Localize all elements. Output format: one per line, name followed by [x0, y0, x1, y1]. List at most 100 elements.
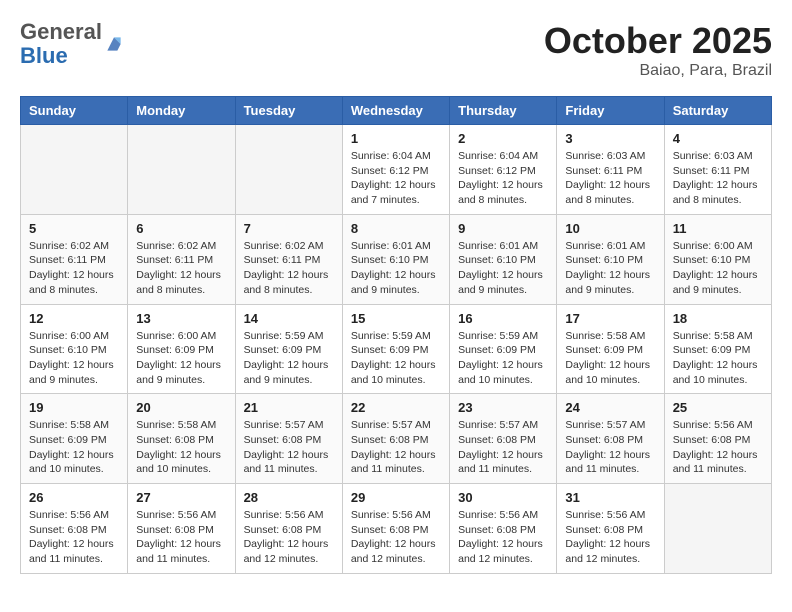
day-number: 5 [29, 221, 119, 236]
day-info: Sunrise: 6:02 AM Sunset: 6:11 PM Dayligh… [29, 239, 119, 298]
day-number: 29 [351, 490, 441, 505]
day-info: Sunrise: 5:56 AM Sunset: 6:08 PM Dayligh… [673, 418, 763, 477]
day-number: 10 [565, 221, 655, 236]
table-row: 29Sunrise: 5:56 AM Sunset: 6:08 PM Dayli… [342, 484, 449, 574]
day-number: 28 [244, 490, 334, 505]
table-row: 20 Sunrise: 5:58 AM Sunset: 6:08 PM Dayli… [128, 394, 235, 484]
calendar-week-row: 19 Sunrise: 5:58 AM Sunset: 6:09 PM Dayli… [21, 394, 772, 484]
day-info: Sunrise: 6:00 AM Sunset: 6:10 PM Dayligh… [29, 329, 119, 388]
day-info: Sunrise: 6:04 AM Sunset: 6:12 PM Dayligh… [458, 149, 548, 208]
table-row [21, 125, 128, 215]
title-block: October 2025 Baiao, Para, Brazil [544, 20, 772, 80]
calendar-week-row: 26 Sunrise: 5:56 AM Sunset: 6:08 PM Dayli… [21, 484, 772, 574]
header-saturday: Saturday [664, 97, 771, 125]
header-monday: Monday [128, 97, 235, 125]
table-row: 4Sunrise: 6:03 AM Sunset: 6:11 PM Daylig… [664, 125, 771, 215]
day-number: 6 [136, 221, 226, 236]
day-info: Sunrise: 5:59 AM Sunset: 6:09 PM Dayligh… [244, 329, 334, 388]
logo: General Blue [20, 20, 124, 68]
day-number: 27 [136, 490, 226, 505]
table-row: 28 Sunrise: 5:56 AM Sunset: 6:08 PM Dayli… [235, 484, 342, 574]
table-row: 30Sunrise: 5:56 AM Sunset: 6:08 PM Dayli… [450, 484, 557, 574]
day-number: 17 [565, 311, 655, 326]
day-number: 3 [565, 131, 655, 146]
table-row: 1 Sunrise: 6:04 AM Sunset: 6:12 PM Daylig… [342, 125, 449, 215]
table-row: 27 Sunrise: 5:56 AM Sunset: 6:08 PM Dayli… [128, 484, 235, 574]
day-info: Sunrise: 5:59 AM Sunset: 6:09 PM Dayligh… [351, 329, 441, 388]
table-row [235, 125, 342, 215]
table-row: 19 Sunrise: 5:58 AM Sunset: 6:09 PM Dayli… [21, 394, 128, 484]
day-number: 14 [244, 311, 334, 326]
day-number: 31 [565, 490, 655, 505]
table-row: 5 Sunrise: 6:02 AM Sunset: 6:11 PM Daylig… [21, 214, 128, 304]
day-number: 20 [136, 400, 226, 415]
calendar-table: Sunday Monday Tuesday Wednesday Thursday… [20, 96, 772, 574]
day-info: Sunrise: 6:03 AM Sunset: 6:11 PM Dayligh… [673, 149, 763, 208]
header-friday: Friday [557, 97, 664, 125]
day-number: 24 [565, 400, 655, 415]
table-row: 10 Sunrise: 6:01 AM Sunset: 6:10 PM Dayli… [557, 214, 664, 304]
day-info: Sunrise: 5:58 AM Sunset: 6:09 PM Dayligh… [565, 329, 655, 388]
day-info: Sunrise: 6:00 AM Sunset: 6:10 PM Dayligh… [673, 239, 763, 298]
table-row: 18 Sunrise: 5:58 AM Sunset: 6:09 PM Dayli… [664, 304, 771, 394]
logo-blue-text: Blue [20, 44, 102, 68]
day-info: Sunrise: 6:00 AM Sunset: 6:09 PM Dayligh… [136, 329, 226, 388]
day-number: 26 [29, 490, 119, 505]
location-subtitle: Baiao, Para, Brazil [544, 62, 772, 80]
day-number: 19 [29, 400, 119, 415]
table-row: 8 Sunrise: 6:01 AM Sunset: 6:10 PM Daylig… [342, 214, 449, 304]
day-info: Sunrise: 6:04 AM Sunset: 6:12 PM Dayligh… [351, 149, 441, 208]
table-row: 2 Sunrise: 6:04 AM Sunset: 6:12 PM Daylig… [450, 125, 557, 215]
table-row: 3Sunrise: 6:03 AM Sunset: 6:11 PM Daylig… [557, 125, 664, 215]
day-number: 23 [458, 400, 548, 415]
table-row [664, 484, 771, 574]
calendar-week-row: 12Sunrise: 6:00 AM Sunset: 6:10 PM Dayli… [21, 304, 772, 394]
header-wednesday: Wednesday [342, 97, 449, 125]
day-info: Sunrise: 5:56 AM Sunset: 6:08 PM Dayligh… [244, 508, 334, 567]
table-row [128, 125, 235, 215]
day-number: 18 [673, 311, 763, 326]
month-title: October 2025 [544, 20, 772, 62]
table-row: 24Sunrise: 5:57 AM Sunset: 6:08 PM Dayli… [557, 394, 664, 484]
table-row: 14 Sunrise: 5:59 AM Sunset: 6:09 PM Dayli… [235, 304, 342, 394]
day-info: Sunrise: 5:58 AM Sunset: 6:08 PM Dayligh… [136, 418, 226, 477]
day-info: Sunrise: 6:01 AM Sunset: 6:10 PM Dayligh… [351, 239, 441, 298]
header-thursday: Thursday [450, 97, 557, 125]
day-info: Sunrise: 5:58 AM Sunset: 6:09 PM Dayligh… [29, 418, 119, 477]
day-number: 8 [351, 221, 441, 236]
table-row: 16Sunrise: 5:59 AM Sunset: 6:09 PM Dayli… [450, 304, 557, 394]
table-row: 13Sunrise: 6:00 AM Sunset: 6:09 PM Dayli… [128, 304, 235, 394]
day-info: Sunrise: 5:58 AM Sunset: 6:09 PM Dayligh… [673, 329, 763, 388]
calendar-week-row: 5 Sunrise: 6:02 AM Sunset: 6:11 PM Daylig… [21, 214, 772, 304]
table-row: 11 Sunrise: 6:00 AM Sunset: 6:10 PM Dayli… [664, 214, 771, 304]
day-number: 21 [244, 400, 334, 415]
day-number: 2 [458, 131, 548, 146]
table-row: 25 Sunrise: 5:56 AM Sunset: 6:08 PM Dayli… [664, 394, 771, 484]
calendar-header-row: Sunday Monday Tuesday Wednesday Thursday… [21, 97, 772, 125]
day-number: 25 [673, 400, 763, 415]
day-info: Sunrise: 5:56 AM Sunset: 6:08 PM Dayligh… [29, 508, 119, 567]
day-info: Sunrise: 5:56 AM Sunset: 6:08 PM Dayligh… [565, 508, 655, 567]
logo-icon [104, 34, 124, 54]
day-info: Sunrise: 5:56 AM Sunset: 6:08 PM Dayligh… [136, 508, 226, 567]
header-sunday: Sunday [21, 97, 128, 125]
day-number: 11 [673, 221, 763, 236]
table-row: 6 Sunrise: 6:02 AM Sunset: 6:11 PM Daylig… [128, 214, 235, 304]
table-row: 21Sunrise: 5:57 AM Sunset: 6:08 PM Dayli… [235, 394, 342, 484]
day-info: Sunrise: 6:01 AM Sunset: 6:10 PM Dayligh… [565, 239, 655, 298]
day-number: 9 [458, 221, 548, 236]
day-number: 30 [458, 490, 548, 505]
table-row: 22Sunrise: 5:57 AM Sunset: 6:08 PM Dayli… [342, 394, 449, 484]
table-row: 9 Sunrise: 6:01 AM Sunset: 6:10 PM Daylig… [450, 214, 557, 304]
day-number: 1 [351, 131, 441, 146]
table-row: 23Sunrise: 5:57 AM Sunset: 6:08 PM Dayli… [450, 394, 557, 484]
table-row: 26 Sunrise: 5:56 AM Sunset: 6:08 PM Dayli… [21, 484, 128, 574]
table-row: 7Sunrise: 6:02 AM Sunset: 6:11 PM Daylig… [235, 214, 342, 304]
header-tuesday: Tuesday [235, 97, 342, 125]
day-info: Sunrise: 6:01 AM Sunset: 6:10 PM Dayligh… [458, 239, 548, 298]
table-row: 12Sunrise: 6:00 AM Sunset: 6:10 PM Dayli… [21, 304, 128, 394]
day-number: 15 [351, 311, 441, 326]
day-info: Sunrise: 6:02 AM Sunset: 6:11 PM Dayligh… [136, 239, 226, 298]
day-info: Sunrise: 5:57 AM Sunset: 6:08 PM Dayligh… [351, 418, 441, 477]
calendar-week-row: 1 Sunrise: 6:04 AM Sunset: 6:12 PM Daylig… [21, 125, 772, 215]
